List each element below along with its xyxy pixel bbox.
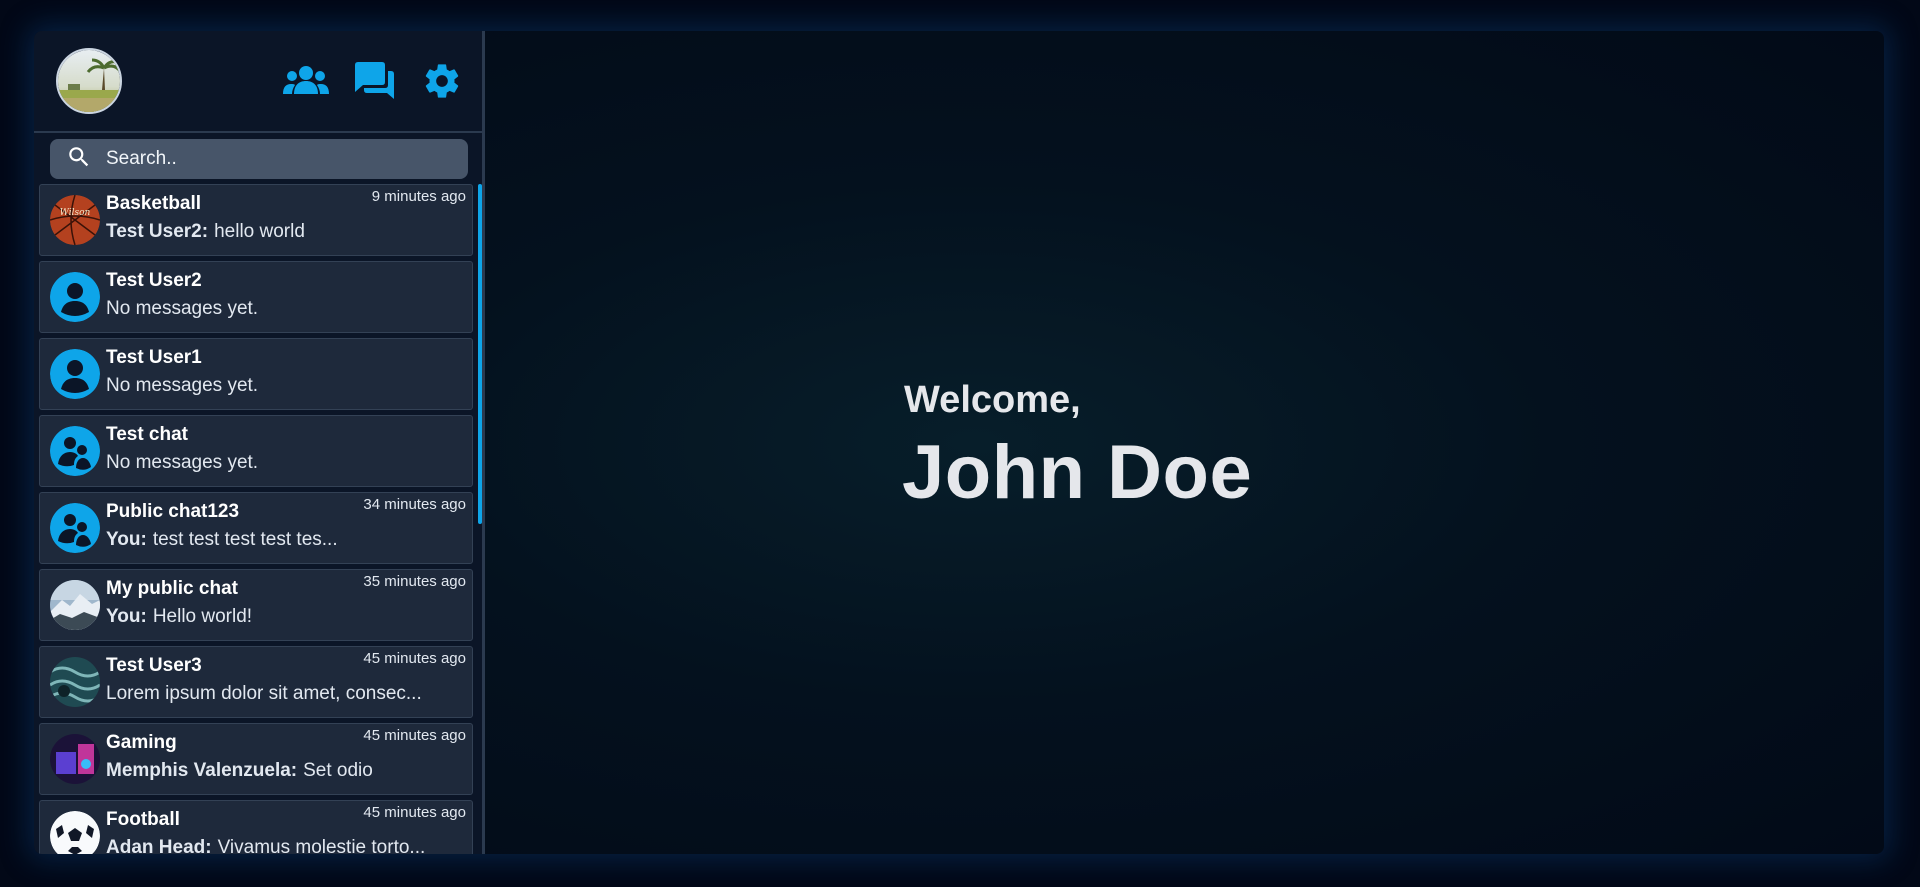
chat-timestamp: 34 minutes ago xyxy=(363,496,466,513)
chat-timestamp: 35 minutes ago xyxy=(363,573,466,590)
chat-message: Lorem ipsum dolor sit amet, consec... xyxy=(106,683,422,704)
user-icon xyxy=(50,272,100,322)
chat-timestamp: 9 minutes ago xyxy=(371,188,466,205)
chat-list-item[interactable]: Wilson Basketball Test User2: hello world… xyxy=(39,184,473,256)
users-icon[interactable] xyxy=(282,57,330,105)
chat-name: Basketball xyxy=(106,193,202,214)
chat-list-scrollbar[interactable] xyxy=(478,184,482,524)
chat-message: No messages yet. xyxy=(106,375,259,396)
chat-preview: You: test test test test tes... xyxy=(106,529,338,551)
basketball-image: Wilson xyxy=(50,195,100,245)
chat-list-item[interactable]: My public chat You: Hello world! 35 minut… xyxy=(39,569,473,641)
chat-message: Set odio xyxy=(303,760,373,781)
svg-text:Wilson: Wilson xyxy=(60,208,91,218)
chat-name: Gaming xyxy=(106,732,177,753)
chat-message: Vivamus molestie torto... xyxy=(217,837,426,854)
header-actions xyxy=(282,57,466,105)
chat-timestamp: 45 minutes ago xyxy=(363,804,466,821)
chat-preview: No messages yet. xyxy=(106,298,258,320)
chat-name: Test User1 xyxy=(106,347,202,368)
chat-preview: No messages yet. xyxy=(106,452,258,474)
chat-preview: No messages yet. xyxy=(106,375,258,397)
chat-sender: You: xyxy=(106,606,147,627)
chat-name: Test User2 xyxy=(106,270,202,291)
chat-message: hello world xyxy=(214,221,305,242)
chat-preview: You: Hello world! xyxy=(106,606,252,628)
chat-message: test test test test tes... xyxy=(152,529,338,550)
main-panel: Welcome, John Doe xyxy=(485,31,1884,854)
gear-icon[interactable] xyxy=(418,57,466,105)
sidebar-header xyxy=(34,31,482,133)
chat-preview: Test User2: hello world xyxy=(106,221,305,243)
chat-list-item[interactable]: Test User3 Lorem ipsum dolor sit amet, c… xyxy=(39,646,473,718)
chat-list-item[interactable]: Gaming Memphis Valenzuela: Set odio 45 mi… xyxy=(39,723,473,795)
ocean-image xyxy=(50,657,100,707)
chat-name: My public chat xyxy=(106,578,238,599)
chat-name: Public chat123 xyxy=(106,501,240,522)
chat-list-item[interactable]: Test chat No messages yet. xyxy=(39,415,473,487)
chat-timestamp: 45 minutes ago xyxy=(363,650,466,667)
search-input[interactable] xyxy=(106,148,426,170)
chat-message: Hello world! xyxy=(152,606,253,627)
chat-list-item[interactable]: Football Adan Head: Vivamus molestie tort… xyxy=(39,800,473,854)
chats-icon[interactable] xyxy=(350,57,398,105)
user-name: John Doe xyxy=(902,430,1253,515)
search-icon xyxy=(66,144,92,175)
chat-sender: Adan Head: xyxy=(106,837,212,854)
user-icon xyxy=(50,349,100,399)
chat-preview: Memphis Valenzuela: Set odio xyxy=(106,760,373,782)
chat-message: No messages yet. xyxy=(106,452,259,473)
sidebar: Wilson Basketball Test User2:hello world… xyxy=(34,31,485,854)
chat-preview: Adan Head: Vivamus molestie torto... xyxy=(106,837,425,854)
chat-list[interactable]: Wilson Basketball Test User2: hello world… xyxy=(39,184,475,854)
group-icon xyxy=(50,426,100,476)
chat-sender: You: xyxy=(106,529,147,550)
profile-avatar[interactable] xyxy=(56,48,122,114)
chat-list-item[interactable]: Test User1 No messages yet. xyxy=(39,338,473,410)
group-icon xyxy=(50,503,100,553)
search-bar xyxy=(50,139,468,179)
football-image xyxy=(50,811,100,854)
gaming-image xyxy=(50,734,100,784)
chat-list-item[interactable]: Public chat123 You: test test test test t… xyxy=(39,492,473,564)
chat-timestamp: 45 minutes ago xyxy=(363,727,466,744)
app-window: Wilson Basketball Test User2:hello world… xyxy=(34,31,1884,854)
chat-sender: Memphis Valenzuela: xyxy=(106,760,298,781)
chat-name: Test chat xyxy=(106,424,189,445)
chat-preview: Lorem ipsum dolor sit amet, consec... xyxy=(106,683,422,705)
welcome-text: Welcome, xyxy=(904,379,1081,421)
chat-list-item[interactable]: Test User2 No messages yet. xyxy=(39,261,473,333)
chat-message: No messages yet. xyxy=(106,298,259,319)
chat-sender: Test User2: xyxy=(106,221,209,242)
mountain-image xyxy=(50,580,100,630)
